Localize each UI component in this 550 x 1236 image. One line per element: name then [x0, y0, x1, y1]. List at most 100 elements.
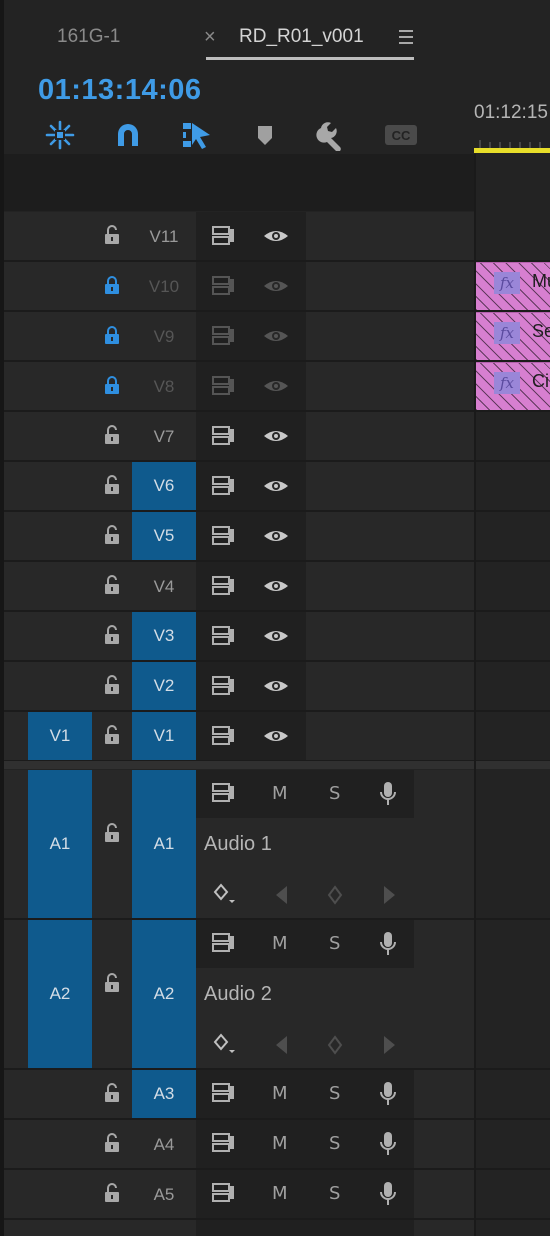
lock-open-icon[interactable]: [103, 525, 121, 545]
fx-badge-icon[interactable]: fx: [494, 272, 520, 294]
eye-visibility-icon[interactable]: [263, 477, 289, 495]
solo-button[interactable]: S: [329, 1083, 340, 1104]
add-keyframe-icon[interactable]: [325, 884, 345, 906]
track-target-a1[interactable]: A1: [132, 770, 196, 918]
sync-lock-icon[interactable]: [211, 275, 237, 297]
solo-button[interactable]: S: [329, 1133, 340, 1154]
hamburger-menu-icon[interactable]: [397, 29, 417, 45]
track-lane-a3[interactable]: [476, 1070, 550, 1120]
sync-lock-icon[interactable]: [211, 575, 237, 597]
track-target-v6[interactable]: V6: [132, 462, 196, 510]
sync-lock-icon[interactable]: [211, 325, 237, 347]
track-lane-v3[interactable]: [476, 612, 550, 662]
next-keyframe-icon[interactable]: [379, 1034, 399, 1056]
lock-open-icon[interactable]: [103, 1183, 121, 1203]
track-lane-a1[interactable]: [476, 770, 550, 920]
sync-lock-icon[interactable]: [211, 375, 237, 397]
eye-visibility-icon[interactable]: [263, 677, 289, 695]
playhead-timecode[interactable]: 01:13:14:06: [38, 74, 202, 107]
track-lane-a2[interactable]: [476, 920, 550, 1070]
previous-keyframe-icon[interactable]: [272, 884, 292, 906]
track-lane-v5[interactable]: [476, 512, 550, 562]
track-label-v10[interactable]: V10: [132, 277, 196, 297]
track-label-a5[interactable]: A5: [132, 1185, 196, 1205]
video-audio-divider[interactable]: [4, 761, 550, 769]
sync-lock-icon[interactable]: [211, 1082, 237, 1104]
lock-open-icon[interactable]: [103, 575, 121, 595]
sync-lock-icon[interactable]: [211, 675, 237, 697]
keyframe-menu-icon[interactable]: [213, 883, 239, 909]
mute-button[interactable]: M: [272, 1133, 288, 1154]
clip-v9[interactable]: fx Se: [476, 312, 550, 360]
track-label-v11[interactable]: V11: [132, 227, 196, 247]
sync-lock-icon[interactable]: [211, 225, 237, 247]
voice-over-mic-icon[interactable]: [378, 1131, 398, 1157]
solo-button[interactable]: S: [329, 783, 340, 804]
sync-lock-icon[interactable]: [211, 625, 237, 647]
work-area-bar[interactable]: [474, 148, 550, 153]
lock-closed-icon[interactable]: [103, 275, 121, 295]
track-label-v8[interactable]: V8: [132, 377, 196, 397]
source-patch-a1[interactable]: A1: [28, 770, 92, 918]
track-name-a2[interactable]: Audio 2: [204, 983, 272, 1006]
eye-visibility-icon[interactable]: [263, 727, 289, 745]
fx-badge-icon[interactable]: fx: [494, 322, 520, 344]
wrench-settings-icon[interactable]: [315, 118, 349, 152]
track-target-a2[interactable]: A2: [132, 920, 196, 1068]
tab-close-icon[interactable]: ×: [204, 26, 216, 49]
lock-open-icon[interactable]: [103, 475, 121, 495]
solo-button[interactable]: S: [329, 1183, 340, 1204]
track-lane-v1[interactable]: [476, 712, 550, 762]
track-lane-v4[interactable]: [476, 562, 550, 612]
voice-over-mic-icon[interactable]: [378, 1081, 398, 1107]
lock-open-icon[interactable]: [103, 823, 121, 843]
track-lane-partial[interactable]: [476, 1220, 550, 1236]
mute-button[interactable]: M: [272, 1083, 288, 1104]
lock-open-icon[interactable]: [103, 625, 121, 645]
sync-lock-icon[interactable]: [211, 782, 237, 804]
track-lane-a4[interactable]: [476, 1120, 550, 1170]
track-label-v9[interactable]: V9: [132, 327, 196, 347]
clip-v10[interactable]: fx Mu: [476, 262, 550, 310]
solo-button[interactable]: S: [329, 933, 340, 954]
tab-rd-r01-v001[interactable]: RD_R01_v001: [239, 26, 364, 48]
lock-open-icon[interactable]: [103, 973, 121, 993]
eye-visibility-icon[interactable]: [263, 327, 289, 345]
track-target-a3[interactable]: A3: [132, 1070, 196, 1118]
eye-visibility-icon[interactable]: [263, 627, 289, 645]
track-label-a4[interactable]: A4: [132, 1135, 196, 1155]
next-keyframe-icon[interactable]: [379, 884, 399, 906]
track-target-v2[interactable]: V2: [132, 662, 196, 710]
mute-button[interactable]: M: [272, 933, 288, 954]
sync-lock-icon[interactable]: [211, 725, 237, 747]
track-target-v1[interactable]: V1: [132, 712, 196, 760]
linked-selection-icon[interactable]: [179, 118, 213, 152]
source-patch-v1[interactable]: V1: [28, 712, 92, 760]
voice-over-mic-icon[interactable]: [378, 781, 398, 807]
lock-open-icon[interactable]: [103, 675, 121, 695]
header-timeline-divider[interactable]: [474, 154, 476, 1236]
closed-captions-icon[interactable]: CC: [383, 118, 419, 152]
sync-lock-icon[interactable]: [211, 425, 237, 447]
eye-visibility-icon[interactable]: [263, 227, 289, 245]
track-target-v5[interactable]: V5: [132, 512, 196, 560]
lock-open-icon[interactable]: [103, 425, 121, 445]
lock-closed-icon[interactable]: [103, 375, 121, 395]
voice-over-mic-icon[interactable]: [378, 931, 398, 957]
lock-open-icon[interactable]: [103, 1133, 121, 1153]
lock-open-icon[interactable]: [103, 1083, 121, 1103]
clip-v8[interactable]: fx Ci: [476, 362, 550, 410]
track-label-v7[interactable]: V7: [132, 427, 196, 447]
sync-lock-icon[interactable]: [211, 1182, 237, 1204]
track-lane-v11[interactable]: [476, 212, 550, 262]
add-marker-icon[interactable]: [248, 118, 282, 152]
previous-keyframe-icon[interactable]: [272, 1034, 292, 1056]
track-target-v3[interactable]: V3: [132, 612, 196, 660]
tab-161g-1[interactable]: 161G-1: [57, 26, 120, 48]
eye-visibility-icon[interactable]: [263, 577, 289, 595]
sync-lock-icon[interactable]: [211, 475, 237, 497]
fx-badge-icon[interactable]: fx: [494, 372, 520, 394]
keyframe-menu-icon[interactable]: [213, 1033, 239, 1059]
eye-visibility-icon[interactable]: [263, 377, 289, 395]
track-name-a1[interactable]: Audio 1: [204, 833, 272, 856]
